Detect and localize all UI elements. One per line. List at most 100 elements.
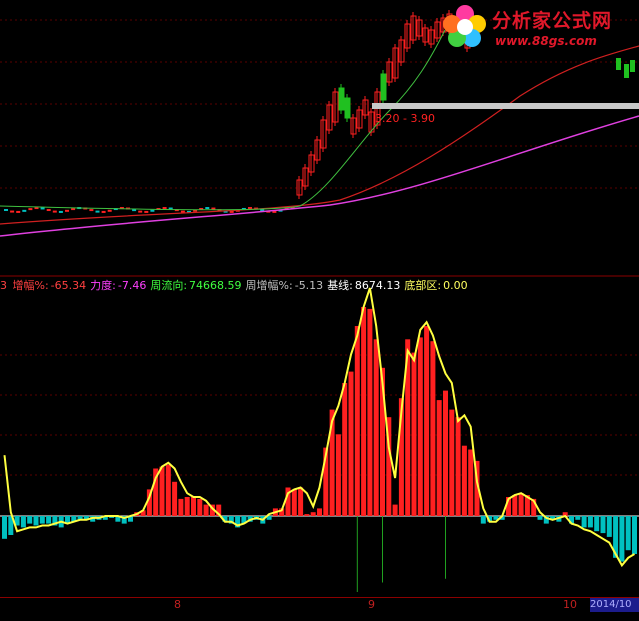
candle: [338, 87, 345, 111]
candle: [95, 210, 100, 213]
candle: [40, 207, 45, 210]
candle: [162, 207, 167, 210]
candle: [89, 209, 94, 212]
indicator-grid: [0, 354, 639, 476]
indicator-bar: [46, 516, 52, 524]
indicator-bar: [203, 504, 209, 516]
indicator-label: 周增幅%:: [245, 279, 293, 292]
indicator-bar: [165, 464, 171, 516]
indicator-bar: [411, 352, 417, 516]
indicator-bar: [518, 493, 524, 516]
candle: [4, 209, 8, 211]
chart-canvas[interactable]: [0, 0, 639, 617]
indicator-bar: [392, 504, 398, 516]
indicator-value: 8674.13: [354, 279, 401, 292]
candle: [205, 207, 210, 210]
indicator-bar: [354, 326, 360, 516]
indicator-item-4: 基线: 8674.13: [327, 279, 402, 292]
indicator-bar: [619, 516, 625, 562]
candle: [101, 210, 106, 213]
indicator-bar: [27, 516, 33, 524]
indicator-bar: [512, 495, 518, 516]
candle: [138, 210, 143, 213]
current-date-highlight: 2014/10: [590, 598, 639, 612]
indicator-item-3: 周增幅%: -5.13: [246, 279, 326, 292]
indicator-bar: [335, 434, 341, 516]
indicator-label: 力度:: [90, 279, 116, 292]
indicator-label: 增幅%:: [12, 279, 49, 292]
indicator-bar: [430, 341, 436, 516]
indicator-prefix: 3: [0, 279, 7, 292]
candle: [229, 210, 234, 213]
indicator-bar: [537, 516, 543, 520]
watermark-url: www.88gs.com: [495, 34, 597, 48]
candle: [211, 207, 216, 210]
indicator-item-0: 增幅%: -65.34: [13, 279, 89, 292]
flower-logo-icon: [443, 5, 486, 47]
stock-chart-window[interactable]: 分析家公式网 www.88gs.com 3.20 - 3.90 3 增幅%: -6…: [0, 0, 639, 617]
indicator-bar: [367, 308, 373, 516]
candle: [22, 209, 27, 212]
candle: [144, 210, 149, 213]
indicator-bars: [0, 307, 639, 592]
indicator-line-path: [3, 287, 636, 568]
indicator-bar: [348, 371, 354, 516]
indicator-bar: [594, 516, 600, 532]
ma-mid-line: [0, 45, 639, 225]
candle: [624, 64, 629, 78]
candle: [630, 60, 635, 72]
candle: [180, 210, 185, 213]
candle: [71, 208, 76, 211]
indicator-bar: [632, 516, 637, 554]
indicator-bar: [197, 498, 203, 516]
indicator-bar: [191, 497, 196, 516]
indicator-bar: [304, 514, 310, 516]
indicator-bar: [449, 409, 455, 516]
price-range-label: 3.20 - 3.90: [375, 112, 435, 125]
candle: [248, 207, 252, 210]
indicator-bar: [436, 400, 442, 516]
indicator-label: 周流向:: [150, 279, 188, 292]
indicator-bar: [424, 326, 430, 516]
indicator-bar: [625, 516, 631, 551]
candle: [10, 210, 15, 213]
indicator-bar: [373, 339, 379, 516]
candle: [52, 210, 57, 213]
indicator-bar: [361, 307, 367, 516]
indicator-value: -65.34: [50, 279, 87, 292]
indicator-bar: [480, 516, 486, 524]
candle: [107, 209, 112, 212]
indicator-bar: [581, 516, 587, 528]
indicator-bar: [298, 487, 304, 516]
indicator-line: [3, 287, 636, 568]
indicator-bar: [2, 516, 7, 539]
watermark-logo: 分析家公式网 www.88gs.com: [440, 2, 639, 52]
indicator-value: -5.13: [294, 279, 324, 292]
indicator-bar: [575, 516, 581, 520]
time-axis: [0, 597, 639, 618]
indicator-bar: [291, 489, 297, 516]
indicator-bar: [443, 390, 448, 516]
indicator-bar: [172, 481, 178, 516]
price-range-marker: [372, 103, 639, 109]
candle: [380, 73, 387, 101]
indicator-bar: [39, 516, 45, 524]
axis-label-aug: 8: [174, 598, 181, 611]
indicator-bar: [159, 466, 165, 516]
indicator-bar: [455, 417, 461, 516]
indicator-label: 底部区:: [404, 279, 442, 292]
candle: [344, 97, 351, 119]
indicator-readout: 3 增幅%: -65.34 力度: -7.46 周流向: 74668.59 周增幅%: -5.…: [0, 277, 639, 295]
indicator-bar: [600, 516, 606, 534]
indicator-bar: [417, 337, 423, 516]
indicator-item-1: 力度: -7.46: [90, 279, 148, 292]
candle: [28, 208, 33, 211]
candle: [16, 210, 21, 213]
indicator-bar: [587, 516, 593, 528]
indicator-bar: [20, 516, 26, 528]
candle: [46, 209, 51, 212]
axis-label-sep: 9: [368, 598, 375, 611]
indicator-item-5: 底部区: 0.00: [404, 279, 469, 292]
axis-label-oct: 10: [563, 598, 577, 611]
candle: [65, 209, 69, 212]
